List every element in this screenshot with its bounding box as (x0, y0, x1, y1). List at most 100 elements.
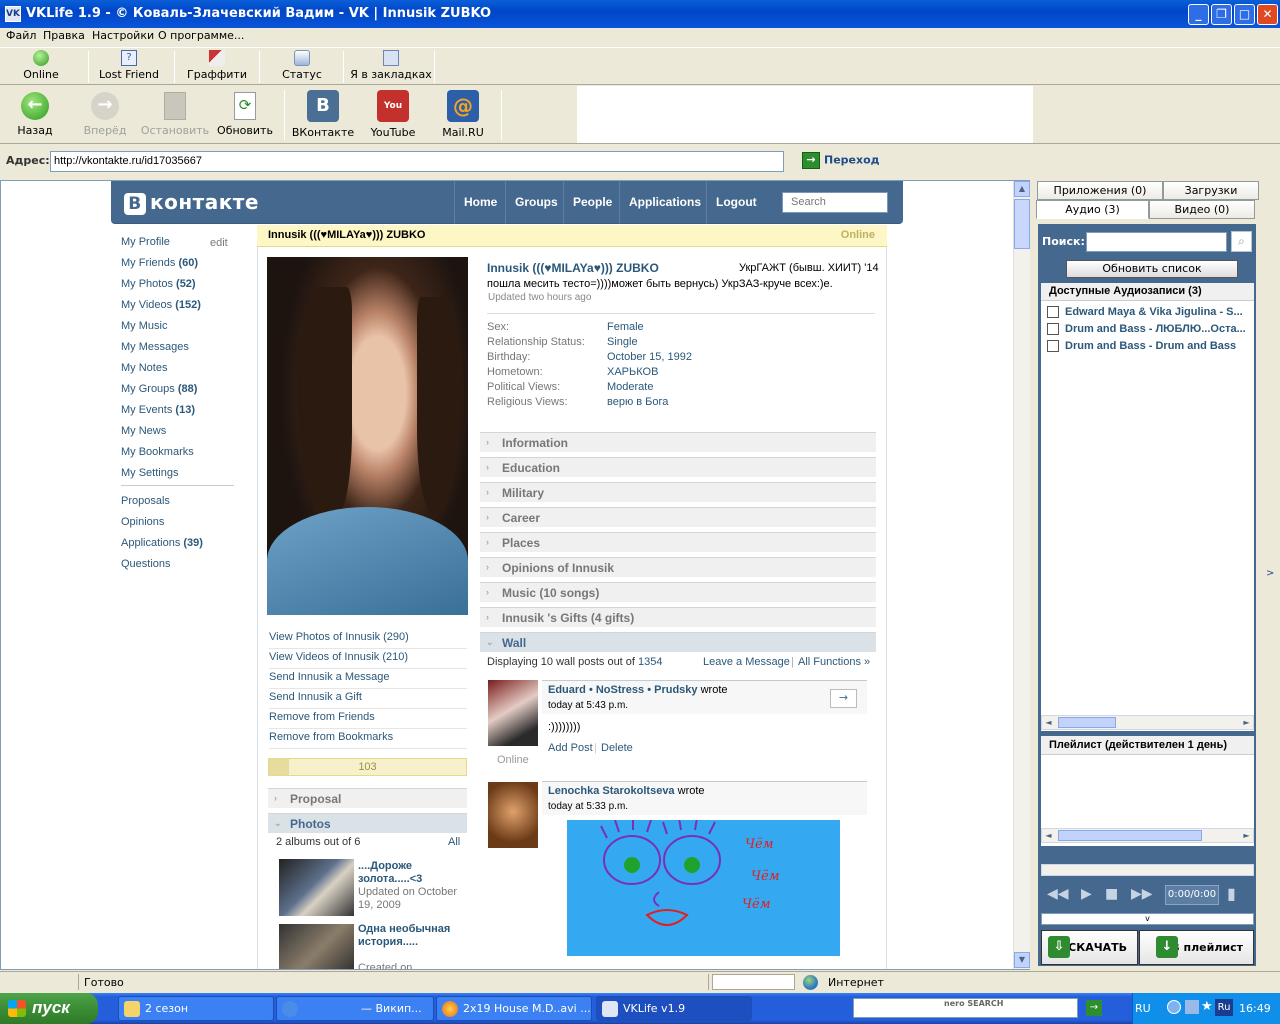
vk-search-input[interactable]: Search (782, 192, 888, 213)
address-input[interactable]: http://vkontakte.ru/id17035667 (50, 151, 784, 172)
add-post-link[interactable]: Add Post (548, 742, 593, 754)
stop-button[interactable]: Остановить (140, 92, 210, 137)
task-browser[interactable]: — Викип... (276, 996, 434, 1021)
profile-action-link[interactable]: View Photos of Innusik (290) (269, 629, 467, 649)
left-nav-item[interactable]: My Events (13) (121, 404, 195, 416)
profile-action-link[interactable]: Remove from Bookmarks (269, 729, 467, 749)
reply-arrow-icon[interactable]: → (830, 689, 857, 708)
left-nav-item[interactable]: My News (121, 425, 166, 437)
leave-message-link[interactable]: Leave a Message (703, 656, 790, 668)
nav-people[interactable]: People (563, 181, 621, 224)
track-item[interactable]: Drum and Bass - Drum and Bass (1047, 340, 1252, 357)
profile-action-link[interactable]: Send Innusik a Gift (269, 689, 467, 709)
left-nav-item[interactable]: My Groups (88) (121, 383, 197, 395)
bookmarked-button[interactable]: Я в закладках (350, 50, 432, 81)
back-button[interactable]: ← Назад (0, 92, 70, 137)
profile-field-value[interactable]: October 15, 1992 (607, 351, 692, 363)
profile-action-link[interactable]: Send Innusik a Message (269, 669, 467, 689)
wall-avatar[interactable] (488, 680, 538, 746)
tray-back-icon[interactable] (1167, 1000, 1181, 1014)
profile-section-career[interactable]: › Career (480, 507, 876, 527)
rewind-icon[interactable]: ◀◀ (1047, 886, 1069, 902)
menu-edit[interactable]: Правка (43, 28, 85, 43)
profile-field-value[interactable]: ХАРЬКОВ (607, 366, 658, 378)
lost-friend-button[interactable]: ? Lost Friend (96, 50, 162, 81)
left-nav-item[interactable]: My Notes (121, 362, 167, 374)
mailru-shortcut-button[interactable]: @ Mail.RU (428, 90, 498, 139)
restore-button[interactable]: ❐ (1211, 4, 1232, 25)
left-nav-item[interactable]: My Friends (60) (121, 257, 198, 269)
profile-section-information[interactable]: › Information (480, 432, 876, 452)
left-nav-item[interactable]: Proposals (121, 495, 170, 507)
playlist-hscrollbar[interactable]: ◄ ► (1041, 828, 1254, 843)
scroll-left-arrow-icon[interactable]: ◄ (1042, 829, 1055, 842)
profile-section-places[interactable]: › Places (480, 532, 876, 552)
all-functions-link[interactable]: All Functions » (798, 656, 870, 668)
nero-go-icon[interactable]: → (1086, 1000, 1102, 1016)
download-button[interactable]: ⇩ СКАЧАТЬ (1041, 930, 1138, 965)
expand-chevron-icon[interactable]: > (1266, 568, 1274, 579)
profile-section-education[interactable]: › Education (480, 457, 876, 477)
close-button[interactable]: ✕ (1257, 4, 1278, 25)
profile-field-value[interactable]: Moderate (607, 381, 653, 393)
scroll-left-arrow-icon[interactable]: ◄ (1042, 716, 1055, 729)
album-title[interactable]: ....Дороже золота.....<3 (358, 860, 466, 886)
seek-bar[interactable] (1041, 864, 1254, 876)
left-nav-item[interactable]: Opinions (121, 516, 164, 528)
track-item[interactable]: Edward Maya & Vika Jigulina - S... (1047, 306, 1252, 323)
album-thumbnail[interactable] (279, 924, 354, 969)
profile-field-value[interactable]: Female (607, 321, 644, 333)
nav-logout[interactable]: Logout (706, 181, 766, 224)
profile-action-link[interactable]: View Videos of Innusik (210) (269, 649, 467, 669)
menu-settings[interactable]: Настройки (92, 28, 154, 43)
search-icon[interactable]: ⌕ (1231, 231, 1252, 252)
nav-home[interactable]: Home (454, 181, 506, 224)
nav-groups[interactable]: Groups (505, 181, 567, 224)
go-button[interactable]: → Переход (802, 152, 880, 169)
scroll-thumb[interactable] (1014, 199, 1030, 249)
scroll-right-arrow-icon[interactable]: ► (1240, 829, 1253, 842)
add-to-playlist-button[interactable]: ↓ В плейлист (1139, 930, 1254, 965)
profile-photo[interactable] (267, 257, 468, 615)
online-button[interactable]: Online (18, 50, 64, 81)
menu-file[interactable]: Файл (6, 28, 36, 43)
profile-section-music-10-songs[interactable]: › Music (10 songs) (480, 582, 876, 602)
youtube-shortcut-button[interactable]: You YouTube (358, 90, 428, 139)
track-checkbox[interactable] (1047, 340, 1059, 353)
track-checkbox[interactable] (1047, 323, 1059, 336)
vk-logo[interactable]: Вконтакте (124, 190, 259, 215)
graffiti-image[interactable]: Чём Чём Чём (567, 820, 840, 956)
start-button[interactable]: пуск (0, 993, 98, 1024)
play-icon[interactable]: ▶ (1081, 886, 1092, 902)
profile-section-opinions-of-innusik[interactable]: › Opinions of Innusik (480, 557, 876, 577)
minimize-button[interactable]: _ (1188, 4, 1209, 25)
nero-search-box[interactable]: nero SEARCH (853, 998, 1078, 1018)
albums-all-link[interactable]: All (448, 836, 460, 848)
refresh-button[interactable]: ⟳ Обновить (210, 92, 280, 137)
left-nav-item[interactable]: Questions (121, 558, 171, 570)
album-thumbnail[interactable] (279, 859, 354, 916)
menu-about[interactable]: О программе... (158, 28, 244, 43)
audio-search-input[interactable] (1086, 232, 1227, 252)
delete-post-link[interactable]: Delete (601, 742, 633, 754)
status-button[interactable]: Статус (276, 50, 328, 81)
profile-section-military[interactable]: › Military (480, 482, 876, 502)
tab-audio[interactable]: Аудио (3) (1036, 200, 1149, 219)
left-nav-item[interactable]: My Settings (121, 467, 178, 479)
profile-section-innusik-s-gifts-4-gifts[interactable]: › Innusik 's Gifts (4 gifts) (480, 607, 876, 627)
left-nav-item[interactable]: My Profile (121, 236, 170, 248)
task-folder[interactable]: 2 сезон (118, 996, 274, 1021)
page-scrollbar[interactable]: ▲ ▼ (1013, 181, 1030, 969)
vk-shortcut-button[interactable]: В ВКонтакте (288, 90, 358, 139)
photos-section[interactable]: ⌄ Photos (268, 813, 467, 833)
collapse-toggle[interactable]: v (1041, 913, 1254, 925)
stop-playback-icon[interactable]: ■ (1105, 886, 1118, 902)
graffiti-button[interactable]: Граффити (186, 50, 248, 81)
left-nav-item[interactable]: Applications (39) (121, 537, 203, 549)
left-nav-item[interactable]: My Messages (121, 341, 189, 353)
profile-school[interactable]: УкрГАЖТ (бывш. ХИИТ) '14 (739, 262, 879, 274)
profile-action-link[interactable]: Remove from Friends (269, 709, 467, 729)
scroll-up-arrow-icon[interactable]: ▲ (1014, 181, 1030, 197)
wall-avatar[interactable] (488, 782, 538, 848)
profile-field-value[interactable]: Single (607, 336, 638, 348)
